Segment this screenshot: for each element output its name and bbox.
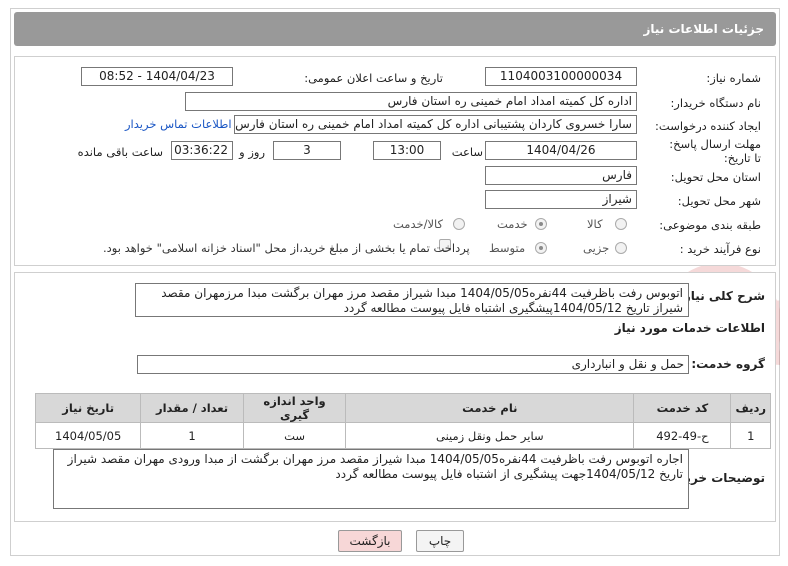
cell-service-code: ح-49-492 [633,422,732,449]
announce-datetime-field: 1404/04/23 - 08:52 [81,67,233,86]
process-label: نوع فرآیند خرید : [679,242,761,256]
deadline-label: مهلت ارسال پاسخ: تا تاریخ: [669,137,761,165]
services-section-title: اطلاعات خدمات مورد نیاز [614,321,765,335]
cell-quantity: 1 [140,422,244,449]
table-header-row: ردیف کد خدمت نام خدمت واحد اندازه گیری ت… [34,393,771,423]
services-table: ردیف کد خدمت نام خدمت واحد اندازه گیری ت… [34,393,771,449]
back-button[interactable]: بازگشت [338,530,402,552]
category-goods-label: کالا [587,217,603,231]
category-goods-service-label: کالا/خدمت [393,217,444,231]
category-service-label: خدمت [497,217,528,231]
need-info-panel: شماره نیاز: 1104003100000034 تاریخ و ساع… [14,56,776,266]
col-quantity: تعداد / مقدار [140,393,244,423]
treasury-payment-note: پرداخت تمام یا بخشی از مبلغ خرید،از محل … [103,241,470,255]
cell-row-number: 1 [730,422,771,449]
creator-label: ایجاد کننده درخواست: [655,119,761,133]
summary-label: شرح کلی نیاز: [679,289,765,303]
col-row-number: ردیف [730,393,771,423]
col-service-code: کد خدمت [633,393,732,423]
service-group-field: حمل و نقل و انبارداری [137,355,689,374]
summary-text: اتوبوس رفت باظرفیت 44نفره1404/05/05 مبدا… [135,283,689,317]
deadline-time-label: ساعت [451,145,483,159]
category-label: طبقه بندی موضوعی: [659,218,761,232]
announce-label: تاریخ و ساعت اعلان عمومی: [304,71,443,85]
process-radio-medium[interactable] [535,242,547,254]
deadline-time-field: 13:00 [373,141,441,160]
page-title: جزئیات اطلاعات نیاز [643,22,764,36]
buyer-org-label: نام دستگاه خریدار: [670,96,761,110]
creator-field: سارا خسروی کاردان پشتیبانی اداره کل کمیت… [234,115,637,134]
cell-unit: ست [242,422,347,449]
process-minor-label: جزیی [583,241,610,255]
category-radio-goods[interactable] [615,218,627,230]
col-service-name: نام خدمت [345,393,635,423]
need-number-label: شماره نیاز: [706,71,761,85]
process-medium-label: متوسط [489,241,526,255]
province-field: فارس [485,166,637,185]
need-number-field: 1104003100000034 [485,67,637,86]
cell-need-date: 1404/05/05 [34,422,142,449]
process-radio-minor[interactable] [615,242,627,254]
col-need-date: تاریخ نیاز [34,393,142,423]
city-field: شیراز [485,190,637,209]
city-label: شهر محل تحویل: [677,194,761,208]
buyer-notes-text: اجاره اتوبوس رفت باظرفیت 44نفره1404/05/0… [53,449,689,509]
deadline-date-field: 1404/04/26 [485,141,637,160]
category-radio-service[interactable] [535,218,547,230]
cell-service-name: سایر حمل ونقل زمینی [345,422,635,449]
buyer-contact-link[interactable]: اطلاعات تماس خریدار [125,117,232,131]
print-button[interactable]: چاپ [416,530,464,552]
days-label: روز و [239,145,265,159]
province-label: استان محل تحویل: [670,170,761,184]
buyer-org-field: اداره کل کمیته امداد امام خمینی ره استان… [185,92,637,111]
service-group-label: گروه خدمت: [691,357,765,371]
category-radio-goods-service[interactable] [453,218,465,230]
table-row: 1 ح-49-492 سایر حمل ونقل زمینی ست 1 1404… [34,422,771,449]
remaining-days-field: 3 [273,141,341,160]
service-details-panel: شرح کلی نیاز: اتوبوس رفت باظرفیت 44نفره1… [14,272,776,522]
remaining-time-label: ساعت باقی مانده [77,145,163,159]
remaining-time-field: 03:36:22 [171,141,233,160]
col-unit: واحد اندازه گیری [242,393,347,423]
page-header: جزئیات اطلاعات نیاز [14,12,776,46]
